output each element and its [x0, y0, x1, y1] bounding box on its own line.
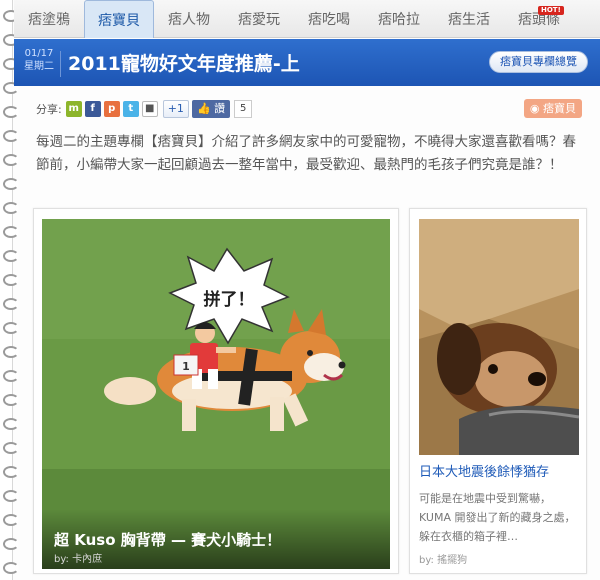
binding-ring	[3, 538, 19, 550]
binding-ring	[3, 250, 19, 262]
notebook-rings	[0, 0, 22, 580]
side-article-card[interactable]: 日本大地震後餘悸猶存 可能是在地震中受到驚嚇，KUMA 開發出了新的藏身之處，躲…	[409, 208, 587, 574]
svg-text:1: 1	[182, 360, 190, 373]
side-article-author[interactable]: by: 搖擺狗	[419, 551, 467, 566]
title-bar: 01/17 星期二 2011寵物好文年度推薦-上 痞寶貝專欄總覽	[14, 39, 600, 86]
column-overview-button[interactable]: 痞寶貝專欄總覽	[489, 51, 588, 73]
binding-ring	[3, 106, 19, 118]
tab-chi-he[interactable]: 痞吃喝	[294, 0, 364, 38]
side-article-title[interactable]: 日本大地震後餘悸猶存	[419, 464, 579, 482]
like-count: 5	[234, 100, 253, 118]
tab-sheng-huo[interactable]: 痞生活	[434, 0, 504, 38]
featured-photo[interactable]: 拼了！ 1 超 Kuso 胸背帶 — 賽犬小騎士！ by: 卡內庶	[42, 219, 390, 569]
tab-ren-wu[interactable]: 痞人物	[154, 0, 224, 38]
weekday-value: 星期二	[24, 61, 54, 72]
tab-tu-ya[interactable]: 痞塗鴉	[14, 0, 84, 38]
binding-ring	[3, 466, 19, 478]
facebook-icon[interactable]: f	[84, 101, 101, 117]
binding-ring	[3, 298, 19, 310]
binding-ring	[3, 178, 19, 190]
binding-ring	[3, 154, 19, 166]
hot-badge: HOT!	[538, 6, 564, 15]
binding-ring	[3, 322, 19, 334]
bookmark-icon[interactable]: ■	[141, 101, 158, 117]
like-label: 讚	[214, 102, 226, 115]
rss-subscribe-button[interactable]: ◉ 痞寶貝	[523, 99, 582, 118]
thumb-icon: 👍	[196, 102, 211, 115]
page-title: 2011寵物好文年度推薦-上	[68, 53, 300, 75]
speech-bubble-text: 拼了！	[204, 289, 255, 310]
tab-bao-bei[interactable]: 痞寶貝	[84, 0, 154, 38]
plurk-icon[interactable]: m	[65, 101, 82, 117]
featured-article-card[interactable]: 拼了！ 1 超 Kuso 胸背帶 — 賽犬小騎士！ by: 卡內庶	[33, 208, 399, 574]
binding-ring	[3, 274, 19, 286]
featured-author[interactable]: by: 卡內庶	[54, 550, 102, 565]
binding-ring	[3, 490, 19, 502]
date-stamp: 01/17 星期二	[20, 47, 58, 73]
featured-title[interactable]: 超 Kuso 胸背帶 — 賽犬小騎士！	[54, 529, 281, 550]
binding-ring	[3, 442, 19, 454]
binding-ring	[3, 418, 19, 430]
share-bar: 分享: m f p t ■ +1 👍 讚 5	[36, 100, 253, 118]
tab-ai-wan[interactable]: 痞愛玩	[224, 0, 294, 38]
plurk-orange-icon[interactable]: p	[103, 101, 120, 117]
intro-paragraph: 每週二的主題專欄【痞寶貝】介紹了許多網友家中的可愛寵物，不曉得大家還喜歡看嗎？春…	[36, 134, 576, 173]
binding-ring	[3, 514, 19, 526]
rss-label: 痞寶貝	[543, 102, 576, 115]
tab-ha-la[interactable]: 痞哈拉	[364, 0, 434, 38]
twitter-icon[interactable]: t	[122, 101, 139, 117]
rss-icon: ◉	[529, 102, 540, 115]
tab-tou-tiao[interactable]: 痞頭條 HOT!	[504, 0, 574, 38]
binding-ring	[3, 346, 19, 358]
date-value: 01/17	[24, 48, 54, 59]
binding-ring	[3, 130, 19, 142]
binding-ring	[3, 202, 19, 214]
share-label: 分享:	[36, 103, 62, 116]
facebook-like-button[interactable]: 👍 讚	[191, 100, 231, 118]
binding-ring	[3, 226, 19, 238]
top-nav: 痞塗鴉 痞寶貝 痞人物 痞愛玩 痞吃喝 痞哈拉 痞生活 痞頭條 HOT!	[14, 0, 600, 38]
google-plus-one-button[interactable]: +1	[162, 100, 189, 118]
binding-ring	[3, 562, 19, 574]
binding-ring	[3, 370, 19, 382]
side-photo[interactable]	[419, 219, 579, 455]
featured-caption: 超 Kuso 胸背帶 — 賽犬小騎士！ by: 卡內庶	[42, 509, 390, 569]
binding-ring	[3, 394, 19, 406]
dog-in-box-image	[419, 219, 579, 455]
side-article-summary: 可能是在地震中受到驚嚇，KUMA 開發出了新的藏身之處，躲在衣櫃的箱子裡…	[419, 492, 576, 543]
date-divider	[60, 51, 61, 77]
